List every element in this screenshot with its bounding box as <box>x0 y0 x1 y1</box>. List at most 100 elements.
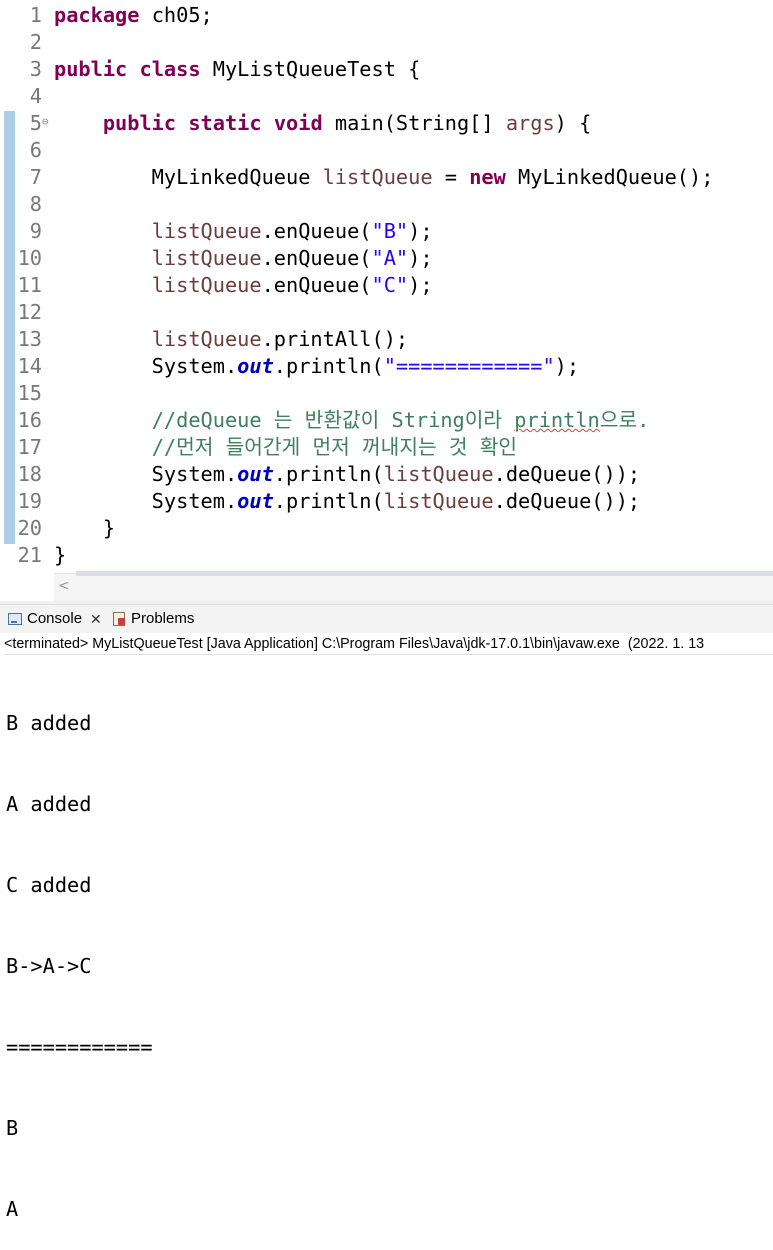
code-line[interactable]: 20 } <box>0 515 773 542</box>
horizontal-scrollbar[interactable]: < <box>54 571 773 602</box>
code-token: System. <box>54 354 238 378</box>
code-token: listQueue <box>383 489 494 513</box>
code-text: } <box>54 515 115 542</box>
code-token: = <box>432 165 470 189</box>
code-token: System. <box>54 489 238 513</box>
code-token: new <box>469 165 506 189</box>
code-editor[interactable]: 1 package ch05; 2 3 public class MyListQueue… <box>0 0 773 572</box>
code-line[interactable]: 4 <box>0 83 773 110</box>
console-output[interactable]: B added A added C added B->A->C ========… <box>6 656 153 1250</box>
console-status: <terminated> MyListQueueTest [Java Appli… <box>4 634 773 655</box>
code-line[interactable]: 16 //deQueue 는 반환값이 String이라 println으로. <box>0 407 773 434</box>
code-text: System.out.println(listQueue.deQueue()); <box>54 461 640 488</box>
code-token: .println( <box>273 489 384 513</box>
code-line[interactable]: 5 ⊖ public static void main(String[] args… <box>0 110 773 137</box>
tab-console[interactable]: Console ✕ <box>8 605 102 633</box>
code-text: System.out.println(listQueue.deQueue()); <box>54 488 640 515</box>
code-line[interactable]: 6 <box>0 137 773 164</box>
code-token: out <box>237 462 274 486</box>
scrollbar-thumb[interactable] <box>76 571 773 576</box>
problems-icon <box>113 612 126 626</box>
code-line[interactable]: 2 <box>0 29 773 56</box>
code-token: .deQueue()); <box>493 489 641 513</box>
code-line[interactable]: 17 //먼저 들어간게 먼저 꺼내지는 것 확인 <box>0 434 773 461</box>
line-number: 21 <box>17 543 42 567</box>
line-number: 13 <box>17 327 42 351</box>
code-token: listQueue <box>151 273 262 297</box>
code-line[interactable]: 14 System.out.println("============"); <box>0 353 773 380</box>
code-text: //deQueue 는 반환값이 String이라 println으로. <box>54 407 650 434</box>
code-token: MyLinkedQueue(); <box>505 165 714 189</box>
code-token: MyListQueueTest { <box>200 57 421 81</box>
code-token: .enQueue( <box>261 273 372 297</box>
line-number: 17 <box>17 435 42 459</box>
tab-console-label: Console <box>27 610 83 627</box>
code-token: 으로. <box>599 408 650 432</box>
code-text: MyLinkedQueue listQueue = new MyLinkedQu… <box>54 164 714 191</box>
code-token: ); <box>408 273 433 297</box>
code-line[interactable]: 3 public class MyListQueueTest { <box>0 56 773 83</box>
code-line[interactable]: 18 System.out.println(listQueue.deQueue(… <box>0 461 773 488</box>
line-number: 7 <box>29 165 42 189</box>
code-line[interactable]: 7 MyLinkedQueue listQueue = new MyLinked… <box>0 164 773 191</box>
code-line[interactable]: 13 listQueue.printAll(); <box>0 326 773 353</box>
console-line: C added <box>6 873 92 897</box>
code-token: out <box>237 489 274 513</box>
line-number: 4 <box>29 84 42 108</box>
code-line[interactable]: 21} <box>0 542 773 569</box>
code-token: listQueue <box>322 165 433 189</box>
code-text: public class MyListQueueTest { <box>54 56 420 83</box>
code-token: MyLinkedQueue <box>54 165 323 189</box>
code-token: listQueue <box>151 219 262 243</box>
line-number: 2 <box>29 30 42 54</box>
code-token: main(String[] <box>322 111 506 135</box>
code-token: out <box>237 354 274 378</box>
code-line[interactable]: 1 package ch05; <box>0 2 773 29</box>
scroll-left-icon[interactable]: < <box>58 578 70 594</box>
code-token: ); <box>408 219 433 243</box>
line-number: 19 <box>17 489 42 513</box>
code-token: //deQueue 는 반환값이 String이라 <box>151 408 515 432</box>
tab-problems[interactable]: Problems <box>113 605 194 633</box>
line-number: 10 <box>17 246 42 270</box>
code-token: //먼저 들어간게 먼저 꺼내지는 것 확인 <box>151 435 518 459</box>
code-token: "A" <box>371 246 409 270</box>
code-line[interactable]: 9 listQueue.enQueue("B"); <box>0 218 773 245</box>
code-line[interactable]: 10 listQueue.enQueue("A"); <box>0 245 773 272</box>
code-text: //먼저 들어간게 먼저 꺼내지는 것 확인 <box>54 434 517 461</box>
line-number: 11 <box>17 273 42 297</box>
code-token: ) { <box>554 111 592 135</box>
code-line[interactable]: 19 System.out.println(listQueue.deQueue(… <box>0 488 773 515</box>
tab-problems-label: Problems <box>131 610 195 627</box>
line-number: 6 <box>29 138 42 162</box>
code-text: listQueue.enQueue("A"); <box>54 245 433 272</box>
code-line[interactable]: 12 <box>0 299 773 326</box>
code-text: package ch05; <box>54 2 213 29</box>
close-icon[interactable]: ✕ <box>90 605 102 633</box>
code-token: } <box>54 516 116 540</box>
code-line[interactable]: 11 listQueue.enQueue("C"); <box>0 272 773 299</box>
code-text: listQueue.enQueue("B"); <box>54 218 433 245</box>
code-text: } <box>54 542 66 569</box>
code-line[interactable]: 15 <box>0 380 773 407</box>
code-line[interactable]: 8 <box>0 191 773 218</box>
code-token: println <box>514 408 600 432</box>
console-icon <box>8 613 22 625</box>
code-token: public <box>54 57 128 81</box>
code-token: listQueue <box>151 327 262 351</box>
fold-toggle-icon[interactable]: ⊖ <box>42 108 49 135</box>
code-token: void <box>273 111 323 135</box>
code-token: } <box>54 543 67 567</box>
code-token: .enQueue( <box>261 219 372 243</box>
line-number: 18 <box>17 462 42 486</box>
code-token: ); <box>408 246 433 270</box>
code-token: .deQueue()); <box>493 462 641 486</box>
line-number: 16 <box>17 408 42 432</box>
code-token: static <box>188 111 262 135</box>
